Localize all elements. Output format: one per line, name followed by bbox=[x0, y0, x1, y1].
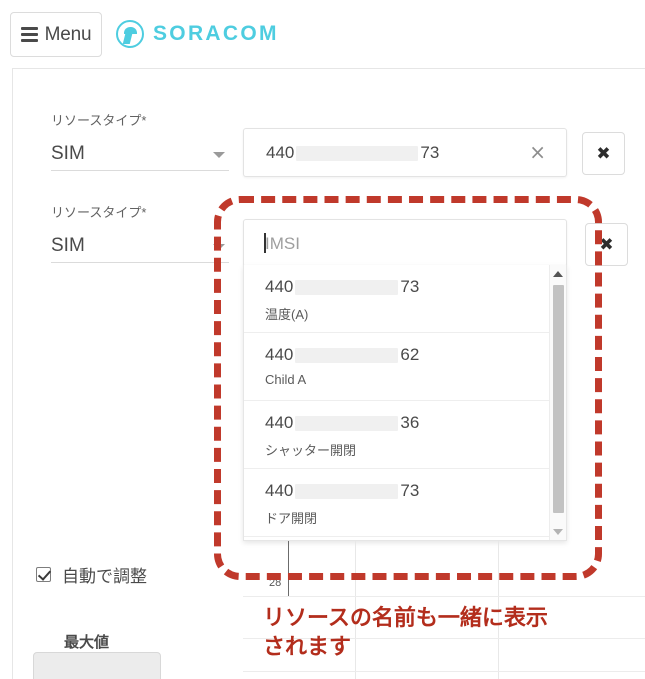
chart-axis-line bbox=[288, 541, 289, 597]
remove-resource-button-2[interactable]: ✖ bbox=[585, 223, 628, 266]
resource-type-label-2: リソースタイプ* bbox=[51, 205, 147, 220]
list-item-name: シャッター開閉 bbox=[265, 443, 357, 458]
dropdown-scrollbar[interactable] bbox=[549, 265, 566, 540]
max-value-label: 最大値 bbox=[64, 634, 110, 651]
scroll-down-icon[interactable] bbox=[553, 529, 563, 535]
list-item-imsi: 440 36 bbox=[265, 413, 420, 432]
resource-type-select-1-value: SIM bbox=[51, 143, 85, 164]
chevron-down-icon bbox=[213, 244, 225, 250]
clear-icon[interactable]: × bbox=[529, 142, 546, 162]
resource-type-select-1[interactable]: SIM bbox=[51, 141, 229, 171]
list-item-imsi: 440 73 bbox=[265, 481, 420, 500]
scroll-up-icon[interactable] bbox=[553, 271, 563, 277]
imsi-search-placeholder-2: IMSI bbox=[265, 234, 300, 253]
brand-logo[interactable]: SORACOM bbox=[116, 20, 279, 48]
max-value-input[interactable] bbox=[33, 652, 161, 679]
list-item[interactable]: 440 73 ドア開閉 bbox=[244, 469, 566, 537]
soracom-mark-icon bbox=[116, 20, 144, 48]
chart-tick-label: 28 bbox=[269, 577, 282, 589]
list-item-imsi: 440 62 bbox=[265, 345, 420, 364]
list-item[interactable]: 440 36 シャッター開閉 bbox=[244, 401, 566, 469]
resource-type-label-1: リソースタイプ* bbox=[51, 113, 147, 128]
annotation-text: リソースの名前も一緒に表示されます bbox=[263, 605, 548, 660]
chart-gridline bbox=[243, 596, 645, 597]
resource-type-select-2-value: SIM bbox=[51, 235, 85, 256]
app-header: Menu SORACOM bbox=[0, 0, 645, 68]
chart-gridline bbox=[243, 671, 645, 672]
remove-resource-button-1[interactable]: ✖ bbox=[582, 132, 625, 175]
imsi-suggestion-dropdown[interactable]: 440 73 温度(A) 440 62 Child A 440 36 シャッター開閉 … bbox=[243, 265, 567, 541]
list-item[interactable]: 440 62 Child A bbox=[244, 333, 566, 401]
list-item[interactable]: 440 73 温度(A) bbox=[244, 265, 566, 333]
resource-type-select-2[interactable]: SIM bbox=[51, 233, 229, 263]
auto-adjust-checkbox-row[interactable]: 自動で調整 bbox=[36, 562, 147, 587]
list-item-name: 温度(A) bbox=[265, 307, 309, 322]
imsi-search-input-2[interactable]: IMSI bbox=[243, 219, 567, 267]
auto-adjust-checkbox[interactable] bbox=[36, 567, 51, 582]
scrollbar-thumb[interactable] bbox=[553, 285, 564, 513]
chevron-down-icon bbox=[213, 152, 225, 158]
list-item-name: Child A bbox=[265, 372, 307, 387]
brand-name: SORACOM bbox=[153, 22, 279, 45]
menu-button[interactable]: Menu bbox=[10, 12, 102, 57]
hamburger-icon bbox=[20, 27, 38, 42]
list-item-name: ドア開閉 bbox=[265, 511, 318, 526]
auto-adjust-label: 自動で調整 bbox=[62, 567, 147, 586]
menu-button-label: Menu bbox=[44, 23, 92, 45]
imsi-search-value-1: 440 73 bbox=[266, 143, 440, 162]
list-item-imsi: 440 73 bbox=[265, 277, 420, 296]
imsi-search-input-1[interactable]: 440 73 × bbox=[243, 128, 567, 177]
